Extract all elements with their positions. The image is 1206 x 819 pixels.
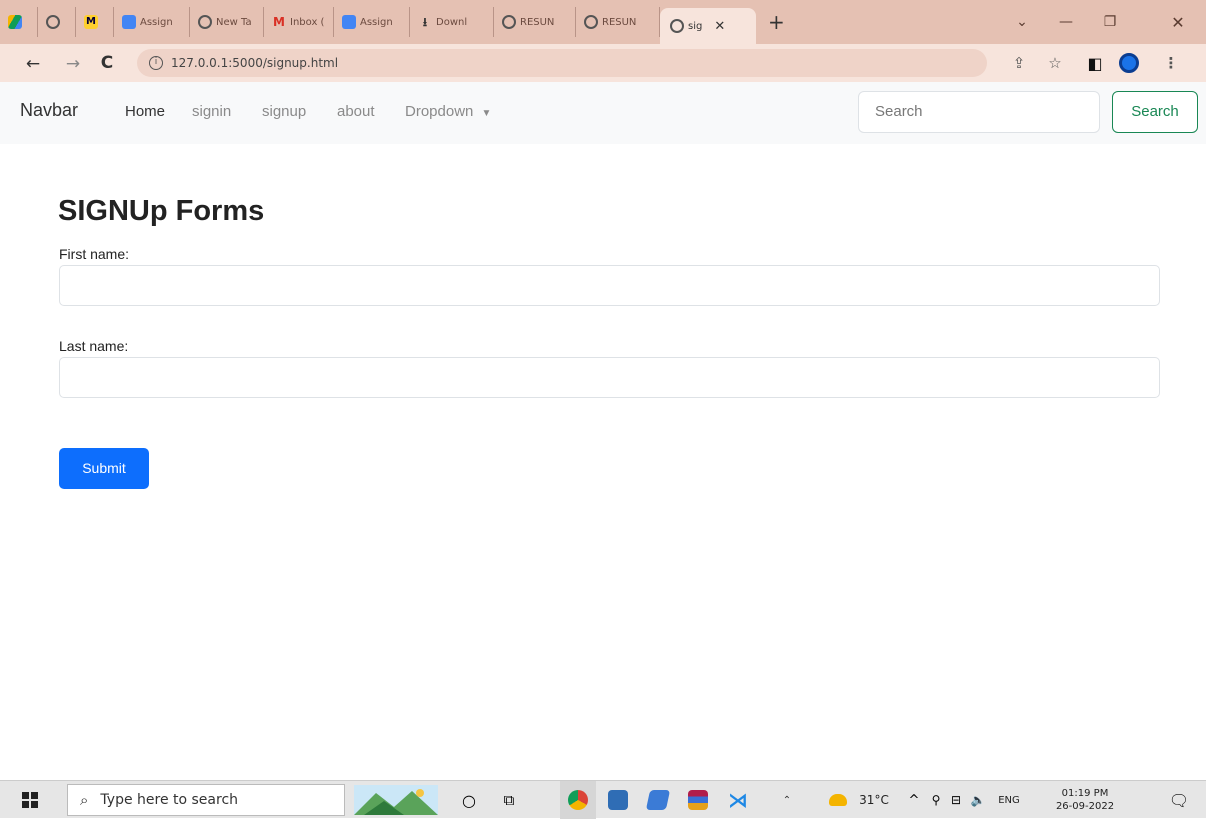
- navbar-search-button[interactable]: Search: [1112, 91, 1198, 133]
- tab-label: Assign: [140, 16, 173, 28]
- weather-sun-cloud-icon: [829, 794, 847, 806]
- share-icon[interactable]: ⇪: [1004, 44, 1034, 82]
- forward-icon[interactable]: →: [58, 54, 88, 74]
- last-name-field[interactable]: [59, 357, 1160, 398]
- minimize-icon[interactable]: —: [1044, 0, 1088, 44]
- language-indicator[interactable]: ENG: [992, 781, 1026, 819]
- photos-icon[interactable]: [640, 781, 676, 819]
- google-drive-icon: [8, 15, 22, 29]
- docs-icon: [342, 15, 356, 29]
- nav-link-home[interactable]: Home: [125, 103, 165, 120]
- globe-icon: [584, 15, 598, 29]
- first-name-label: First name:: [59, 246, 130, 262]
- back-icon[interactable]: ←: [18, 54, 48, 74]
- notifications-icon[interactable]: 🗨: [1164, 781, 1194, 819]
- reload-icon[interactable]: C: [92, 53, 122, 73]
- tab-assign-1[interactable]: Assign: [114, 7, 190, 37]
- tab-signup-active[interactable]: sig ✕: [660, 8, 756, 44]
- close-icon[interactable]: ✕: [714, 19, 725, 34]
- search-icon: ⌕: [80, 791, 89, 809]
- caret-down-icon: ▼: [481, 108, 492, 119]
- globe-icon: [670, 19, 684, 33]
- nav-link-signup[interactable]: signup: [262, 103, 306, 120]
- profile-avatar[interactable]: [1114, 44, 1144, 82]
- tab-resume-1[interactable]: RESUN: [494, 7, 576, 37]
- show-hidden-icons-icon[interactable]: ^: [904, 781, 924, 819]
- url-text: 127.0.0.1:5000/signup.html: [171, 56, 339, 70]
- tab-label: New Ta: [216, 16, 252, 28]
- clock-date: 26-09-2022: [1055, 801, 1115, 812]
- site-navbar: Navbar Home signin signup about Dropdown…: [0, 82, 1206, 144]
- bookmark-star-icon[interactable]: ☆: [1040, 44, 1070, 82]
- windows-taskbar: ⌕ Type here to search ○ ⧉ ⋊ ⌃ 31°C ^ ⚲ ⊟…: [0, 780, 1206, 819]
- address-bar[interactable]: i 127.0.0.1:5000/signup.html: [137, 49, 987, 77]
- submit-button[interactable]: Submit: [59, 448, 149, 489]
- tab-assign-2[interactable]: Assign: [334, 7, 410, 37]
- tab-label: Inbox (: [290, 16, 325, 28]
- tab-resume-2[interactable]: RESUN: [576, 7, 660, 37]
- chrome-logo-icon: [568, 790, 588, 810]
- tab-miro[interactable]: M: [76, 7, 114, 37]
- tab-label: RESUN: [602, 16, 637, 28]
- tab-globe[interactable]: [38, 7, 76, 37]
- profile-icon: [1119, 53, 1139, 73]
- tab-search-icon[interactable]: ⌄: [1000, 0, 1044, 44]
- close-window-icon[interactable]: ✕: [1156, 0, 1200, 44]
- chrome-taskbar-icon[interactable]: [560, 781, 596, 819]
- download-icon: ⭳: [422, 15, 428, 29]
- taskbar-search-placeholder: Type here to search: [100, 792, 239, 808]
- first-name-field[interactable]: [59, 265, 1160, 306]
- photos-logo-icon: [645, 790, 671, 810]
- tab-inbox[interactable]: M Inbox (: [264, 7, 334, 37]
- temperature-text[interactable]: 31°C: [852, 781, 896, 819]
- nav-link-signin[interactable]: signin: [192, 103, 231, 120]
- navbar-brand[interactable]: Navbar: [20, 100, 78, 121]
- explorer-logo-icon: [608, 790, 628, 810]
- file-explorer-icon[interactable]: [600, 781, 636, 819]
- windows-start-icon[interactable]: [10, 781, 50, 819]
- vscode-icon[interactable]: ⋊: [720, 781, 756, 819]
- tab-label: Downl: [436, 16, 468, 28]
- news-widget-image[interactable]: [350, 781, 442, 819]
- nav-link-about[interactable]: about: [337, 103, 375, 120]
- tab-new-tab[interactable]: New Ta: [190, 7, 264, 37]
- network-icon[interactable]: ⊟: [946, 781, 966, 819]
- dropdown-label: Dropdown: [405, 103, 474, 120]
- chrome-icon: [198, 15, 212, 29]
- site-info-icon[interactable]: i: [149, 56, 163, 70]
- tab-label: sig: [688, 20, 703, 32]
- tab-google-drive[interactable]: [0, 7, 38, 37]
- scroll-apps-icon[interactable]: ⌃: [776, 781, 798, 819]
- miro-icon: M: [84, 15, 98, 29]
- globe-icon: [46, 15, 60, 29]
- volume-muted-icon[interactable]: 🔈: [966, 781, 990, 819]
- last-name-label: Last name:: [59, 338, 129, 354]
- cortana-icon[interactable]: ○: [452, 781, 486, 819]
- new-tab-button[interactable]: +: [756, 10, 797, 34]
- docs-icon: [122, 15, 136, 29]
- clock[interactable]: 01:19 PM 26-09-2022: [1030, 781, 1140, 819]
- nav-dropdown[interactable]: Dropdown ▼: [405, 103, 491, 120]
- tab-label: RESUN: [520, 16, 555, 28]
- clock-time: 01:19 PM: [1061, 788, 1109, 799]
- more-menu-icon[interactable]: ⋮: [1156, 44, 1186, 82]
- taskbar-search-box[interactable]: ⌕ Type here to search: [67, 784, 345, 816]
- navbar-search-input[interactable]: Search: [858, 91, 1100, 133]
- task-view-icon[interactable]: ⧉: [492, 781, 526, 819]
- winrar-logo-icon: [688, 790, 708, 810]
- tab-downloads[interactable]: ⭳ Downl: [410, 7, 494, 37]
- tab-label: Assign: [360, 16, 393, 28]
- gmail-icon: M: [273, 15, 285, 29]
- side-panel-icon[interactable]: ◧: [1080, 44, 1110, 82]
- globe-icon: [502, 15, 516, 29]
- restore-icon[interactable]: ❐: [1088, 0, 1132, 44]
- meet-now-icon[interactable]: ⚲: [926, 781, 946, 819]
- browser-toolbar: ← → C i 127.0.0.1:5000/signup.html ⇪ ☆ ◧…: [0, 44, 1206, 82]
- winrar-icon[interactable]: [680, 781, 716, 819]
- page-title: SIGNUp Forms: [58, 195, 265, 227]
- weather-icon[interactable]: [826, 781, 850, 819]
